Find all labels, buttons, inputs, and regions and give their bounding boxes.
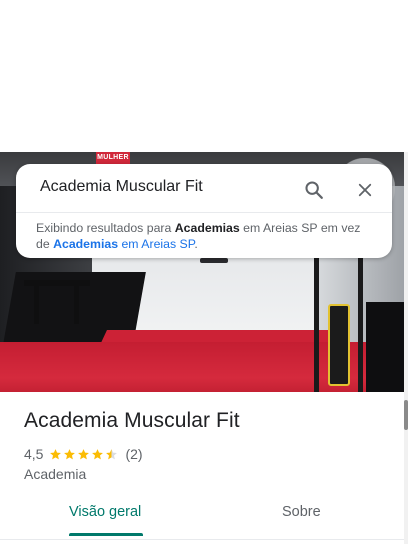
photo-weight-machine [310,252,370,392]
map-area [0,0,408,152]
photo-bench-leg [34,284,39,324]
machine-post [358,252,363,392]
place-category[interactable]: Academia [24,466,86,482]
place-title: Academia Muscular Fit [24,409,240,432]
notice-prefix: Exibindo resultados para [36,221,175,235]
scrollbar-thumb[interactable] [404,400,408,430]
photo-sign: MULHER [96,152,130,164]
notice-suggested-term: Academias [53,237,119,251]
tab-about[interactable]: Sobre [282,504,321,520]
tab-overview[interactable]: Visão geral [69,504,141,520]
search-correction-notice: Exibindo resultados para Academias em Ar… [36,220,376,252]
star-icon [78,448,90,459]
star-icon [64,448,76,459]
close-icon [358,183,372,197]
star-rating [49,448,119,461]
photo-dark-corner [366,302,404,392]
machine-post [314,252,319,392]
search-box: Academia Muscular Fit Exibindo resultado… [16,164,392,258]
star-icon [106,448,118,459]
search-input[interactable]: Academia Muscular Fit [40,178,203,196]
place-tabs: Visão geral Sobre [0,498,404,538]
photo-bench-leg [74,284,79,324]
search-button[interactable] [298,174,330,206]
search-divider [16,212,392,213]
suggested-search-link[interactable]: Academias em Areias SP [53,237,194,251]
machine-weight-stack [328,304,350,386]
notice-suffix: . [194,237,198,251]
rating-row[interactable]: 4,5 (2) [24,445,143,463]
tabs-divider [0,539,404,540]
review-count[interactable]: (2) [125,446,142,462]
rating-value: 4,5 [24,446,44,462]
search-icon [305,181,323,199]
close-button[interactable] [349,174,381,206]
notice-suggested-location: em Areias SP [118,237,195,251]
scrollbar-track[interactable] [404,152,408,544]
active-tab-indicator [69,533,143,536]
photo-wall-detail [200,258,228,263]
star-icon [92,448,104,459]
star-icon [50,448,62,459]
notice-shown-term: Academias [174,221,240,235]
